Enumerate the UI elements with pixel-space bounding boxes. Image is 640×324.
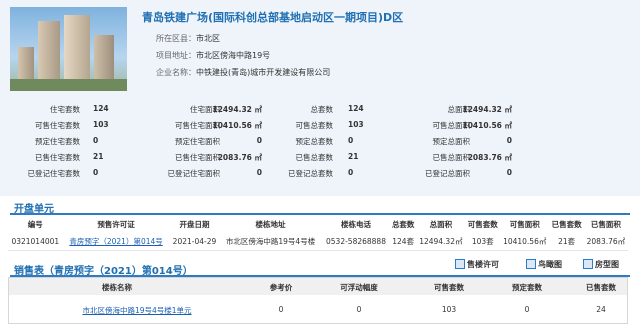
stat-value: 103 — [93, 120, 109, 129]
district-info: 所在区县：市北区 — [156, 34, 220, 43]
col-header: 楼栋电话 — [340, 220, 371, 229]
project-photo — [10, 7, 127, 91]
floor-plan-icon — [583, 259, 593, 269]
stat-value: 10410.56 ㎡ — [462, 121, 513, 130]
stats-row: 已登记住宅套数 0 已登记住宅面积 0 已登记总套数 0 已登记总面积 0 — [0, 165, 640, 180]
stat-value: 0 — [93, 136, 99, 145]
col-header: 已售面积 — [590, 220, 621, 229]
project-title: 青岛铁建广场(国际科创总部基地启动区一期项目)D区 — [142, 11, 404, 24]
stat-value: 12494.32 ㎡ — [462, 105, 513, 114]
stat-value: 103 — [348, 120, 364, 129]
stat-value: 124 — [348, 104, 364, 113]
aerial-view-button[interactable]: 鸟瞰图 — [526, 259, 562, 270]
stat-value: 0 — [256, 136, 262, 145]
building-phone: 0532-58268888 — [321, 233, 391, 251]
aerial-icon — [526, 259, 536, 269]
open-date: 2021-04-29 — [169, 233, 220, 251]
stat-value: 0 — [256, 168, 262, 177]
stat-value: 10410.56 ㎡ — [212, 121, 263, 130]
stat-label: 已售总面积 — [432, 153, 471, 162]
section-divider — [10, 213, 630, 215]
table-row: 0321014001 青房预字（2021）第014号 2021-04-29 市北… — [8, 233, 628, 251]
stat-label: 预定住宅面积 — [175, 137, 220, 146]
stat-value: 2083.76 ㎡ — [217, 153, 262, 162]
open-units-table: 编号 预售许可证 开盘日期 楼栋地址 楼栋电话 总套数 总面积 可售套数 可售面… — [8, 216, 628, 251]
stats-row: 已售住宅套数 21 已售住宅面积 2083.76 ㎡已售总套数 21 已售总面积 2083.… — [0, 149, 640, 164]
stat-label: 已登记总套数 — [288, 169, 333, 178]
col-header: 开盘日期 — [179, 220, 210, 229]
project-summary-panel: 青岛铁建广场(国际科创总部基地启动区一期项目)D区 所在区县：市北区 项目地址：… — [0, 0, 640, 196]
col-header: 参考价 — [269, 283, 293, 292]
sold-units: 21套 — [549, 233, 584, 251]
col-header: 可售套数 — [434, 283, 464, 292]
stat-label: 预定总面积 — [432, 137, 471, 146]
col-header: 预定套数 — [512, 283, 542, 292]
building-address: 市北区傍海中路19号4号楼 — [219, 233, 322, 251]
stat-label: 已售住宅套数 — [35, 153, 80, 162]
stat-value: 21 — [93, 152, 104, 161]
sale-permit-button[interactable]: 售楼许可 — [455, 259, 499, 270]
col-header: 楼栋地址 — [255, 220, 286, 229]
stat-label: 已登记住宅套数 — [27, 169, 81, 178]
stat-label: 预定总套数 — [295, 137, 334, 146]
permit-icon — [455, 259, 465, 269]
col-header: 已售套数 — [586, 283, 616, 292]
col-header: 已售套数 — [551, 220, 582, 229]
floor-plan-button[interactable]: 房型图 — [583, 259, 619, 270]
col-header: 可售面积 — [509, 220, 540, 229]
sold-units: 24 — [596, 305, 606, 314]
col-header: 楼栋名称 — [102, 283, 132, 292]
unit-id: 0321014001 — [8, 233, 63, 251]
stats-row: 可售住宅套数 103 可售住宅面积 10410.56 ㎡可售总套数 103 可售总面积 10… — [0, 117, 640, 132]
sold-area: 2083.76㎡ — [583, 233, 628, 251]
price-range: 0 — [356, 305, 362, 314]
stat-value: 21 — [348, 152, 359, 161]
address-info: 项目地址：市北区傍海中路19号 — [156, 51, 271, 60]
stat-value: 0 — [348, 136, 354, 145]
table-header-row: 楼栋名称 参考价 可浮动幅度 可售套数 预定套数 已售套数 — [9, 278, 627, 295]
building-link[interactable]: 市北区傍海中路19号4号楼1单元 — [82, 306, 191, 315]
stats-row: 住宅套数 124 住宅面积 12494.32 ㎡总套数 124 总面积 12494.32 ㎡ — [0, 101, 640, 116]
col-header: 可售套数 — [467, 220, 498, 229]
col-header: 总套数 — [391, 220, 415, 229]
presale-permit-link[interactable]: 青房预字（2021）第014号 — [69, 237, 162, 246]
col-header: 可浮动幅度 — [340, 283, 378, 292]
stat-value: 124 — [93, 104, 109, 113]
total-area: 12494.32㎡ — [416, 233, 466, 251]
stat-label: 可售住宅套数 — [35, 121, 80, 130]
company-info: 企业名称：中铁建投(青岛)城市开发建设有限公司 — [156, 68, 331, 77]
stat-value: 0 — [506, 136, 512, 145]
stat-label: 预定住宅套数 — [35, 137, 80, 146]
stat-label: 住宅套数 — [50, 105, 80, 114]
stat-value: 0 — [348, 168, 354, 177]
available-area: 10410.56㎡ — [499, 233, 550, 251]
available-units: 103套 — [465, 233, 500, 251]
table-row: 市北区傍海中路19号4号楼1单元 0 0 103 0 24 — [9, 301, 627, 318]
stat-label: 已登记总面积 — [425, 169, 470, 178]
stat-label: 可售总套数 — [295, 121, 334, 130]
stat-value: 2083.76 ㎡ — [467, 153, 512, 162]
reserved-units: 0 — [524, 305, 530, 314]
stat-value: 0 — [506, 168, 512, 177]
col-header: 总面积 — [429, 220, 453, 229]
table-header-row: 编号 预售许可证 开盘日期 楼栋地址 楼栋电话 总套数 总面积 可售套数 可售面… — [8, 216, 628, 233]
stat-label: 总套数 — [310, 105, 334, 114]
stat-value: 12494.32 ㎡ — [212, 105, 263, 114]
available-units: 103 — [441, 305, 457, 314]
sales-table: 楼栋名称 参考价 可浮动幅度 可售套数 预定套数 已售套数 市北区傍海中路19号… — [8, 277, 628, 324]
col-header: 预售许可证 — [97, 220, 135, 229]
stats-row: 预定住宅套数 0 预定住宅面积 0 预定总套数 0 预定总面积 0 — [0, 133, 640, 148]
col-header: 编号 — [27, 220, 43, 229]
stat-label: 已售住宅面积 — [175, 153, 220, 162]
total-units: 124套 — [390, 233, 417, 251]
stat-value: 0 — [93, 168, 99, 177]
stat-label: 已登记住宅面积 — [167, 169, 221, 178]
stat-label: 已售总套数 — [295, 153, 334, 162]
reference-price: 0 — [278, 305, 284, 314]
